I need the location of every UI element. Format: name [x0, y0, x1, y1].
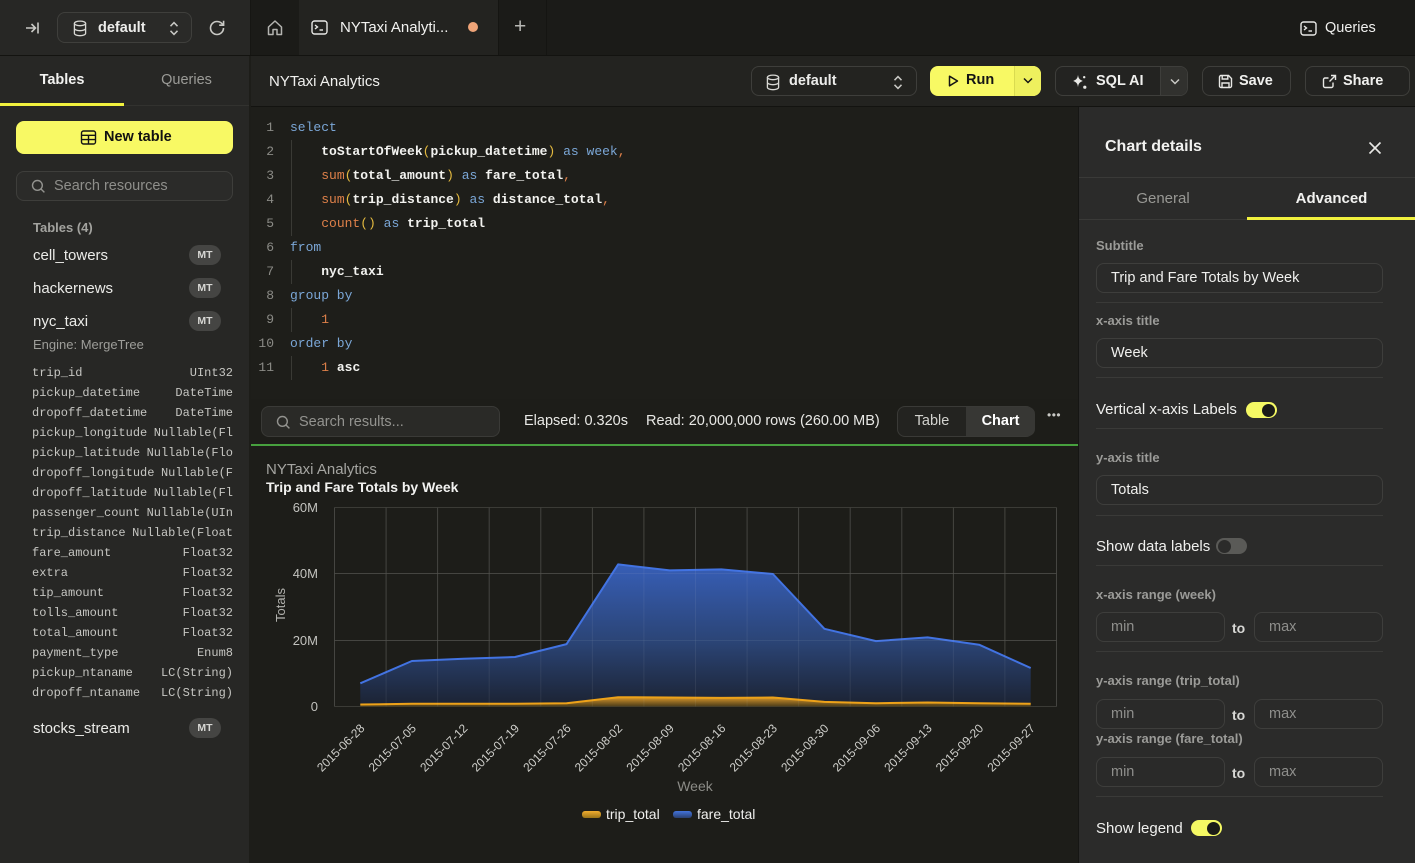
svg-text:Week: Week [677, 778, 714, 794]
svg-text:2015-09-06: 2015-09-06 [830, 721, 884, 775]
svg-text:2015-07-26: 2015-07-26 [520, 721, 574, 775]
svg-text:Totals: Totals [273, 588, 288, 622]
svg-text:fare_total: fare_total [697, 806, 755, 822]
svg-text:40M: 40M [293, 566, 318, 581]
svg-text:2015-08-09: 2015-08-09 [624, 721, 678, 775]
svg-text:2015-08-30: 2015-08-30 [778, 721, 832, 775]
svg-text:20M: 20M [293, 633, 318, 648]
svg-text:Trip and Fare Totals by Week: Trip and Fare Totals by Week [266, 479, 459, 495]
svg-text:2015-08-23: 2015-08-23 [727, 721, 781, 775]
svg-text:2015-09-27: 2015-09-27 [985, 721, 1039, 775]
svg-text:2015-07-12: 2015-07-12 [417, 721, 471, 775]
svg-text:60M: 60M [293, 500, 318, 515]
svg-text:2015-07-05: 2015-07-05 [366, 721, 420, 775]
svg-text:2015-08-02: 2015-08-02 [572, 721, 626, 775]
svg-text:NYTaxi Analytics: NYTaxi Analytics [266, 461, 377, 478]
svg-text:2015-06-28: 2015-06-28 [314, 721, 368, 775]
svg-text:2015-09-20: 2015-09-20 [933, 721, 987, 775]
svg-text:2015-08-16: 2015-08-16 [675, 721, 729, 775]
svg-text:trip_total: trip_total [606, 806, 660, 822]
svg-text:2015-09-13: 2015-09-13 [881, 721, 935, 775]
svg-text:2015-07-19: 2015-07-19 [469, 721, 523, 775]
svg-text:0: 0 [311, 699, 318, 714]
